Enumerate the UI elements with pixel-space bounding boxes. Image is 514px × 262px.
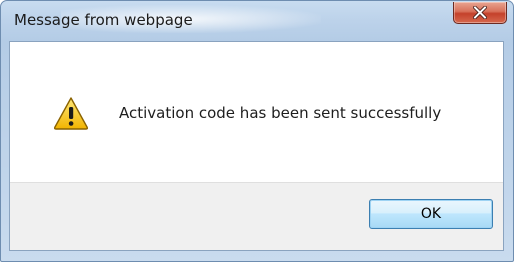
title-bar[interactable]: Message from webpage bbox=[1, 1, 513, 41]
button-area: OK bbox=[10, 182, 503, 250]
dialog-body: Activation code has been sent successful… bbox=[9, 41, 504, 251]
warning-icon bbox=[53, 96, 89, 130]
window-title: Message from webpage bbox=[14, 11, 193, 29]
message-dialog-window: Message from webpage Activation code has… bbox=[0, 0, 514, 262]
ok-button[interactable]: OK bbox=[369, 199, 493, 229]
close-button[interactable] bbox=[453, 2, 507, 24]
dialog-message: Activation code has been sent successful… bbox=[119, 104, 442, 122]
close-icon bbox=[473, 6, 487, 19]
message-area: Activation code has been sent successful… bbox=[10, 42, 503, 182]
